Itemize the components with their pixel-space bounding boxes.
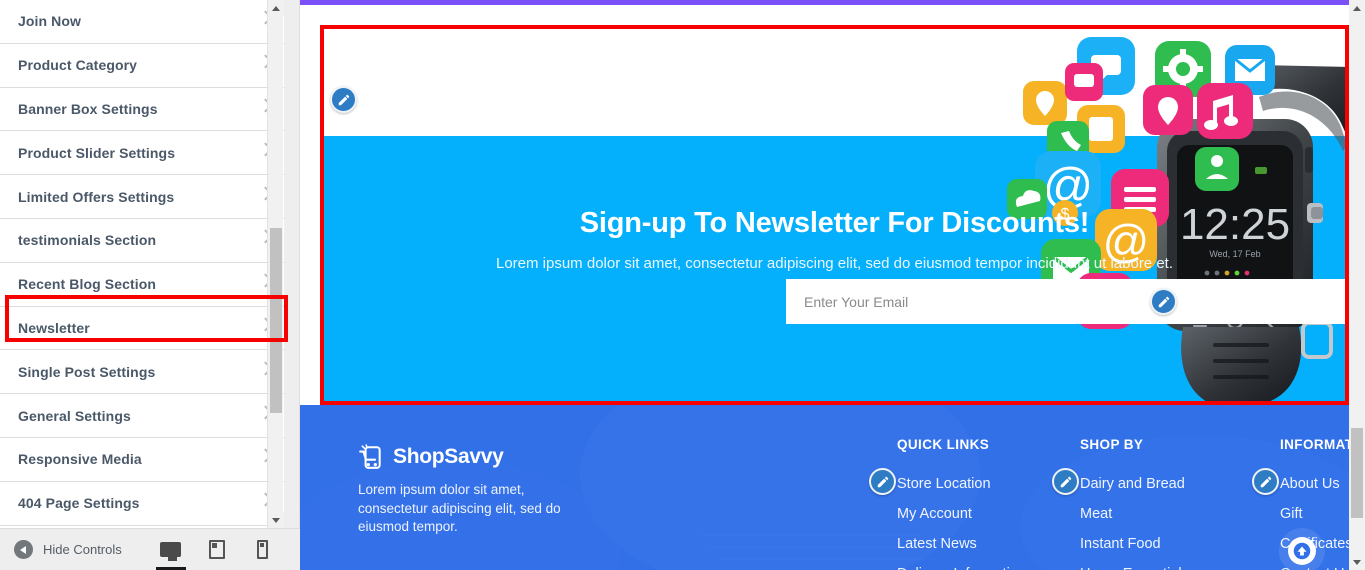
preview-tablet-button[interactable] xyxy=(204,534,230,566)
sidebar-item-label: testimonials Section xyxy=(18,232,157,249)
sidebar-item-banner-box-settings[interactable]: Banner Box Settings xyxy=(0,87,284,132)
preview-mobile-button[interactable] xyxy=(250,534,276,566)
sidebar-item-label: General Settings xyxy=(18,407,131,424)
scroll-down-arrow-icon[interactable] xyxy=(268,512,284,528)
sidebar-item-join-now[interactable]: Join Now xyxy=(0,0,284,44)
sidebar-item-newsletter[interactable]: Newsletter xyxy=(0,306,284,351)
newsletter-heading: Sign-up To Newsletter For Discounts! xyxy=(579,207,1090,239)
sidebar-item-label: Responsive Media xyxy=(18,451,142,468)
customizer-sidebar: Join Now Product Category Banner Box Setti… xyxy=(0,0,300,570)
column-title: INFORMATION xyxy=(1280,437,1349,452)
list-item[interactable]: Dairy and Bread xyxy=(1080,469,1189,499)
footer-brand[interactable]: ShopSavvy xyxy=(358,444,504,470)
sidebar-item-label: Single Post Settings xyxy=(18,363,156,380)
sidebar-scrollbar[interactable] xyxy=(267,0,284,528)
link-list: Store Location My Account Latest News De… xyxy=(897,469,1026,570)
panel-list: Join Now Product Category Banner Box Setti… xyxy=(0,0,284,528)
sidebar-item-label: Limited Offers Settings xyxy=(18,188,175,205)
list-item[interactable]: About Us xyxy=(1280,469,1349,499)
collapse-arrow-icon xyxy=(14,540,33,559)
site-preview-pane: 12:25 Wed, 17 Feb @ @ $ Sign-up To Newsl… xyxy=(300,0,1365,570)
sidebar-item-responsive-media[interactable]: Responsive Media xyxy=(0,437,284,482)
sidebar-item-product-category[interactable]: Product Category xyxy=(0,43,284,88)
column-title: SHOP BY xyxy=(1080,437,1144,452)
list-item[interactable]: Delivery Information xyxy=(897,559,1026,570)
site-footer: ShopSavvy Lorem ipsum dolor sit amet, co… xyxy=(300,405,1349,570)
sidebar-item-404-page-settings[interactable]: 404 Page Settings xyxy=(0,481,284,526)
admin-bar xyxy=(300,0,1349,5)
scroll-to-top-button[interactable] xyxy=(1288,537,1316,565)
email-input[interactable] xyxy=(786,279,1345,324)
newsletter-top-white-area xyxy=(324,29,1345,136)
sidebar-item-label: Recent Blog Section xyxy=(18,276,157,293)
mobile-icon xyxy=(257,540,269,559)
edit-pencil-icon[interactable] xyxy=(1252,468,1279,495)
tablet-icon xyxy=(208,540,225,559)
scroll-up-arrow-icon[interactable] xyxy=(1349,0,1365,16)
list-item[interactable]: My Account xyxy=(897,499,1026,529)
sidebar-item-single-post-settings[interactable]: Single Post Settings xyxy=(0,350,284,395)
list-item[interactable]: Contact Us xyxy=(1280,559,1349,570)
device-preview-buttons xyxy=(155,534,276,570)
sidebar-item-label: Join Now xyxy=(18,13,82,30)
sidebar-item-limited-offers-settings[interactable]: Limited Offers Settings xyxy=(0,175,284,219)
sidebar-item-label: Product Category xyxy=(18,57,138,74)
sidebar-item-product-slider-settings[interactable]: Product Slider Settings xyxy=(0,131,284,176)
preview-desktop-button[interactable] xyxy=(155,534,186,570)
sidebar-item-testimonials-section[interactable]: testimonials Section xyxy=(0,218,284,263)
link-list: Dairy and Bread Meat Instant Food Home E… xyxy=(1080,469,1189,570)
shopping-cart-icon xyxy=(359,444,381,469)
sidebar-item-label: Banner Box Settings xyxy=(18,100,158,117)
arrow-up-icon xyxy=(1293,542,1311,560)
edit-pencil-icon[interactable] xyxy=(1150,288,1177,315)
list-item[interactable]: Home Essentials xyxy=(1080,559,1189,570)
sidebar-scroll-thumb[interactable] xyxy=(270,228,282,413)
footer-about-text: Lorem ipsum dolor sit amet, consectetur … xyxy=(358,482,561,534)
sidebar-item-recent-blog-section[interactable]: Recent Blog Section xyxy=(0,262,284,307)
sidebar-item-general-settings[interactable]: General Settings xyxy=(0,394,284,438)
edit-pencil-icon[interactable] xyxy=(1052,468,1079,495)
list-item[interactable]: Store Location xyxy=(897,469,1026,499)
column-title: QUICK LINKS xyxy=(897,437,990,452)
newsletter-section: 12:25 Wed, 17 Feb @ @ $ Sign-up To Newsl… xyxy=(324,29,1345,401)
brand-name: ShopSavvy xyxy=(393,445,504,468)
edit-pencil-icon[interactable] xyxy=(330,86,357,113)
preview-scroll-thumb[interactable] xyxy=(1351,428,1363,518)
sidebar-item-label: 404 Page Settings xyxy=(18,495,140,512)
edit-pencil-icon[interactable] xyxy=(869,468,896,495)
desktop-icon xyxy=(160,542,182,561)
scroll-up-arrow-icon[interactable] xyxy=(268,0,284,16)
list-item[interactable]: Latest News xyxy=(897,529,1026,559)
newsletter-signup-form: SUBMIT xyxy=(786,279,1345,324)
hide-controls-button[interactable]: Hide Controls xyxy=(0,540,122,559)
hide-controls-label: Hide Controls xyxy=(43,542,122,557)
sidebar-item-label: Newsletter xyxy=(18,319,90,336)
list-item[interactable]: Meat xyxy=(1080,499,1189,529)
sidebar-item-label: Product Slider Settings xyxy=(18,144,176,161)
customizer-footer-bar: Hide Controls xyxy=(0,528,300,570)
newsletter-subtitle: Lorem ipsum dolor sit amet, consectetur … xyxy=(495,255,1173,272)
preview-scrollbar[interactable] xyxy=(1349,0,1365,570)
list-item[interactable]: Instant Food xyxy=(1080,529,1189,559)
scroll-down-arrow-icon[interactable] xyxy=(1349,554,1365,570)
